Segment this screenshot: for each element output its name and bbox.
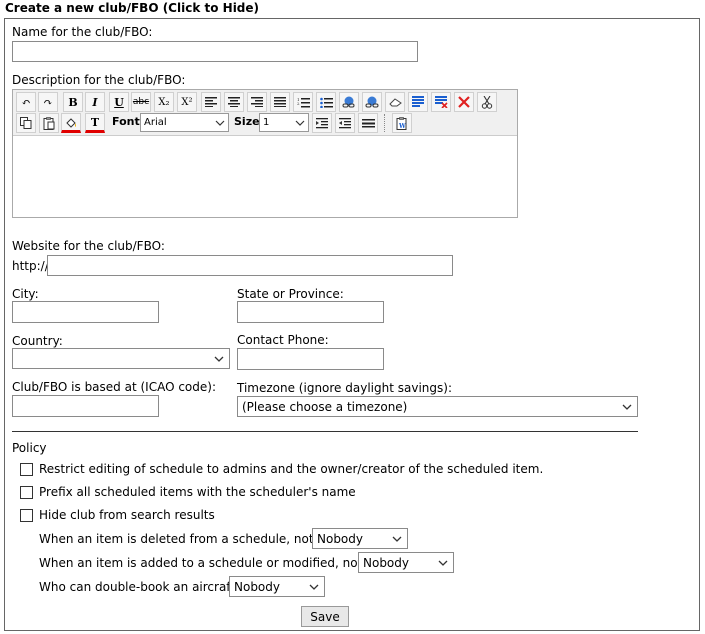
paste-word-icon[interactable]: W [392, 113, 412, 133]
chevron-down-icon [622, 404, 632, 410]
phone-label: Contact Phone: [237, 333, 329, 347]
align-right-icon[interactable] [247, 92, 267, 112]
paragraph-icon[interactable] [408, 92, 428, 112]
superscript-icon[interactable]: X² [177, 92, 197, 112]
icao-label: Club/FBO is based at (ICAO code): [12, 380, 216, 394]
editor-toolbar: ↶ ↷ B I U abc X₂ X² 12 T Font Arial Size… [13, 90, 517, 136]
city-label: City: [12, 287, 39, 301]
name-input[interactable] [12, 41, 418, 62]
notify-add-value: Nobody [363, 555, 409, 570]
underline-icon[interactable]: U [109, 92, 129, 112]
cut-icon[interactable] [477, 92, 497, 112]
notify-delete-label: When an item is deleted from a schedule,… [39, 532, 332, 546]
chevron-down-icon [309, 584, 319, 590]
italic-icon[interactable]: I [85, 92, 105, 112]
ordered-list-icon[interactable]: 12 [293, 92, 313, 112]
bold-icon[interactable]: B [63, 92, 83, 112]
subscript-icon[interactable]: X₂ [154, 92, 174, 112]
delete-icon[interactable] [454, 92, 474, 112]
section-header[interactable]: Create a new club/FBO (Click to Hide) [5, 1, 259, 15]
timezone-select[interactable]: (Please choose a timezone) [237, 396, 638, 417]
hide-club-checkbox[interactable] [20, 509, 33, 522]
timezone-label: Timezone (ignore daylight savings): [237, 381, 452, 395]
size-label: Size [234, 115, 260, 128]
undo-icon[interactable]: ↶ [16, 92, 36, 112]
chevron-down-icon [438, 560, 448, 566]
website-label: Website for the club/FBO: [12, 239, 165, 253]
link-icon[interactable] [339, 92, 359, 112]
double-book-value: Nobody [234, 579, 280, 594]
timezone-value: (Please choose a timezone) [242, 399, 408, 414]
notify-add-select[interactable]: Nobody [358, 552, 454, 573]
font-select[interactable]: Arial [140, 113, 229, 132]
redo-icon[interactable]: ↷ [38, 92, 58, 112]
restrict-editing-checkbox[interactable] [20, 463, 33, 476]
chevron-down-icon [295, 120, 305, 126]
copy-icon[interactable] [16, 113, 36, 133]
double-book-label: Who can double-book an aircraft: [39, 580, 240, 594]
hide-club-label: Hide club from search results [39, 508, 215, 522]
strikethrough-icon[interactable]: abc [131, 92, 151, 112]
eraser-icon[interactable] [385, 92, 405, 112]
text-color-icon[interactable]: T [85, 113, 105, 133]
unordered-list-icon[interactable] [316, 92, 336, 112]
city-input[interactable] [12, 301, 159, 323]
svg-text:W: W [398, 123, 406, 130]
divider [12, 431, 638, 432]
policy-label: Policy [12, 441, 47, 455]
state-input[interactable] [237, 301, 384, 323]
chevron-down-icon [392, 536, 402, 542]
description-label: Description for the club/FBO: [12, 73, 186, 87]
country-label: Country: [12, 334, 63, 348]
chevron-down-icon [214, 356, 224, 362]
prefix-scheduler-label: Prefix all scheduled items with the sche… [39, 485, 356, 499]
paste-icon[interactable] [39, 113, 59, 133]
size-value: 1 [263, 117, 270, 128]
website-input[interactable] [47, 255, 453, 276]
name-label: Name for the club/FBO: [12, 25, 153, 39]
size-select[interactable]: 1 [259, 113, 309, 132]
double-book-select[interactable]: Nobody [229, 576, 325, 597]
outdent-icon[interactable] [335, 113, 355, 133]
toolbar-separator [384, 114, 385, 132]
unlink-icon[interactable] [362, 92, 382, 112]
align-left-icon[interactable] [201, 92, 221, 112]
font-value: Arial [144, 117, 167, 128]
indent-icon[interactable] [312, 113, 332, 133]
icao-input[interactable] [12, 395, 159, 417]
remove-format-icon[interactable] [431, 92, 451, 112]
state-label: State or Province: [237, 287, 344, 301]
save-button[interactable]: Save [301, 606, 349, 627]
country-select[interactable] [12, 348, 230, 369]
prefix-scheduler-checkbox[interactable] [20, 486, 33, 499]
horizontal-rule-icon[interactable] [358, 113, 378, 133]
notify-add-label: When an item is added to a schedule or m… [39, 556, 380, 570]
notify-delete-select[interactable]: Nobody [312, 528, 408, 549]
svg-text:2: 2 [297, 101, 300, 106]
highlight-color-icon[interactable] [61, 113, 81, 133]
notify-delete-value: Nobody [317, 531, 363, 546]
phone-input[interactable] [237, 348, 384, 370]
font-label: Font [112, 115, 140, 128]
align-center-icon[interactable] [224, 92, 244, 112]
website-prefix: http:// [12, 259, 49, 273]
restrict-editing-label: Restrict editing of schedule to admins a… [39, 462, 544, 476]
justify-icon[interactable] [270, 92, 290, 112]
chevron-down-icon [215, 120, 225, 126]
